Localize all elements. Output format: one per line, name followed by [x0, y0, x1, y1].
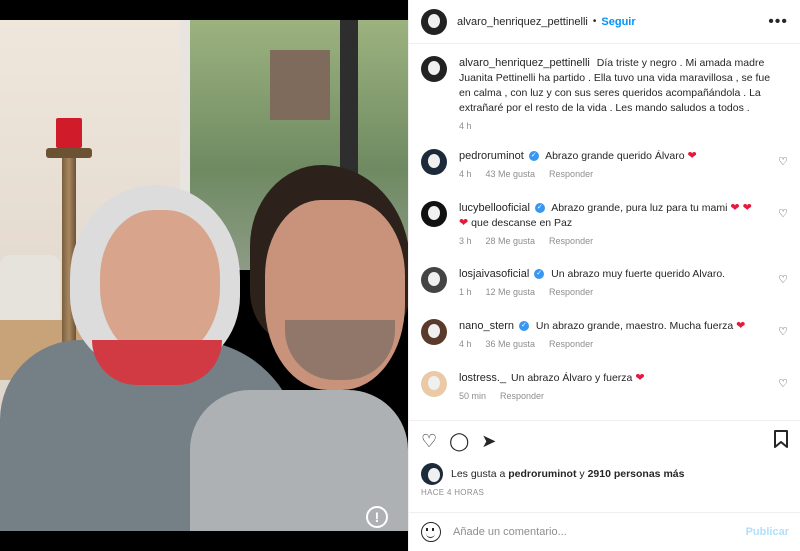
red-heart-icon: ❤ ❤ — [730, 202, 752, 214]
likes-count[interactable]: 2910 personas más — [588, 468, 685, 480]
commenter-username[interactable]: losjaivasoficial — [459, 268, 529, 280]
follow-button[interactable]: Seguir — [601, 16, 635, 28]
photo-image — [0, 20, 408, 531]
comments-list: pedroruminot ✓ Abrazo grande querido Álv… — [409, 149, 800, 423]
commenter-avatar[interactable] — [421, 371, 447, 397]
like-heart-icon[interactable]: ♡ — [421, 431, 437, 451]
comment-bubble-icon[interactable]: ◯ — [449, 431, 469, 451]
reply-button[interactable]: Responder — [549, 287, 593, 297]
liker-username[interactable]: pedroruminot — [508, 468, 576, 480]
post-photo[interactable]: ! — [0, 0, 408, 551]
more-horizontal-icon[interactable]: ••• — [768, 13, 788, 31]
comment-text: Abrazo grande, pura luz para tu mami — [551, 202, 728, 214]
emoji-icon[interactable] — [421, 522, 441, 542]
comment-item: lostress._ Un abrazo Álvaro y fuerza ❤ 5… — [409, 371, 800, 423]
comment-text: Un abrazo Álvaro y fuerza — [511, 372, 633, 384]
comment-item: pedroruminot ✓ Abrazo grande querido Álv… — [409, 149, 800, 201]
commenter-username[interactable]: pedroruminot — [459, 150, 524, 162]
heart-outline-icon[interactable]: ♡ — [778, 155, 788, 168]
commenter-avatar[interactable] — [421, 319, 447, 345]
post-actions: ♡ ◯ ➤ — [409, 420, 800, 460]
commenter-username[interactable]: nano_stern — [459, 320, 514, 332]
reply-button[interactable]: Responder — [549, 169, 593, 179]
reply-button[interactable]: Responder — [549, 339, 593, 349]
heart-outline-icon[interactable]: ♡ — [778, 207, 788, 220]
commenter-username[interactable]: lostress._ — [459, 372, 506, 384]
info-icon[interactable]: ! — [366, 506, 388, 528]
comment-time[interactable]: 3 h — [459, 236, 472, 246]
caption-username[interactable]: alvaro_henriquez_pettinelli — [459, 57, 590, 69]
add-comment-bar: Publicar — [409, 512, 800, 551]
red-heart-icon: ❤ — [736, 320, 746, 332]
comment-text-continued: que descanse en Paz — [471, 217, 573, 229]
comment-time[interactable]: 1 h — [459, 287, 472, 297]
liker-avatar[interactable] — [421, 463, 443, 485]
comment-item: lucybellooficial ✓ Abrazo grande, pura l… — [409, 201, 800, 267]
author-avatar[interactable] — [421, 8, 447, 35]
comment-text: Un abrazo grande, maestro. Mucha fuerza — [535, 320, 734, 332]
comment-item: losjaivasoficial ✓ Un abrazo muy fuerte … — [409, 267, 800, 319]
comment-item: nano_stern ✓ Un abrazo grande, maestro. … — [409, 319, 800, 371]
red-heart-icon: ❤ — [635, 372, 645, 384]
comment-likes[interactable]: 43 Me gusta — [486, 169, 536, 179]
share-send-icon[interactable]: ➤ — [481, 431, 496, 451]
red-heart-icon: ❤ — [459, 217, 469, 229]
comment-text: Un abrazo muy fuerte querido Alvaro. — [551, 268, 726, 280]
post-side-panel: alvaro_henriquez_pettinelli • Seguir •••… — [408, 0, 800, 551]
heart-outline-icon[interactable]: ♡ — [778, 273, 788, 286]
caption: alvaro_henriquez_pettinelli Día triste y… — [409, 44, 800, 131]
post-timestamp[interactable]: HACE 4 HORAS — [421, 488, 484, 497]
commenter-avatar[interactable] — [421, 267, 447, 293]
post-header: alvaro_henriquez_pettinelli • Seguir ••• — [409, 0, 800, 44]
verified-badge-icon: ✓ — [528, 151, 539, 162]
heart-outline-icon[interactable]: ♡ — [778, 325, 788, 338]
comment-text: Abrazo grande querido Álvaro — [545, 150, 685, 162]
commenter-avatar[interactable] — [421, 149, 447, 175]
comment-time[interactable]: 4 h — [459, 169, 472, 179]
caption-avatar[interactable] — [421, 56, 447, 82]
likes-summary: Les gusta a pedroruminot y 2910 personas… — [421, 463, 684, 485]
commenter-username[interactable]: lucybellooficial — [459, 202, 530, 214]
verified-badge-icon: ✓ — [534, 203, 545, 214]
caption-time[interactable]: 4 h — [459, 121, 779, 131]
post-modal: ! alvaro_henriquez_pettinelli • Seguir •… — [0, 0, 800, 551]
comment-time[interactable]: 4 h — [459, 339, 472, 349]
likes-prefix: Les gusta a — [451, 468, 506, 480]
reply-button[interactable]: Responder — [549, 236, 593, 246]
commenter-avatar[interactable] — [421, 201, 447, 227]
comment-likes[interactable]: 28 Me gusta — [486, 236, 536, 246]
publish-button[interactable]: Publicar — [746, 526, 789, 538]
red-heart-icon: ❤ — [687, 150, 697, 162]
red-candle — [56, 118, 82, 148]
heart-outline-icon[interactable]: ♡ — [778, 377, 788, 390]
verified-badge-icon: ✓ — [534, 269, 545, 280]
comment-time[interactable]: 50 min — [459, 391, 486, 401]
separator-dot: • — [592, 16, 597, 27]
comment-likes[interactable]: 12 Me gusta — [486, 287, 536, 297]
author-username[interactable]: alvaro_henriquez_pettinelli — [457, 16, 588, 28]
comment-likes[interactable]: 36 Me gusta — [486, 339, 536, 349]
bookmark-icon[interactable] — [773, 429, 789, 452]
comment-input[interactable] — [453, 526, 733, 538]
likes-middle: y — [579, 468, 585, 480]
verified-badge-icon: ✓ — [518, 321, 529, 332]
reply-button[interactable]: Responder — [500, 391, 544, 401]
